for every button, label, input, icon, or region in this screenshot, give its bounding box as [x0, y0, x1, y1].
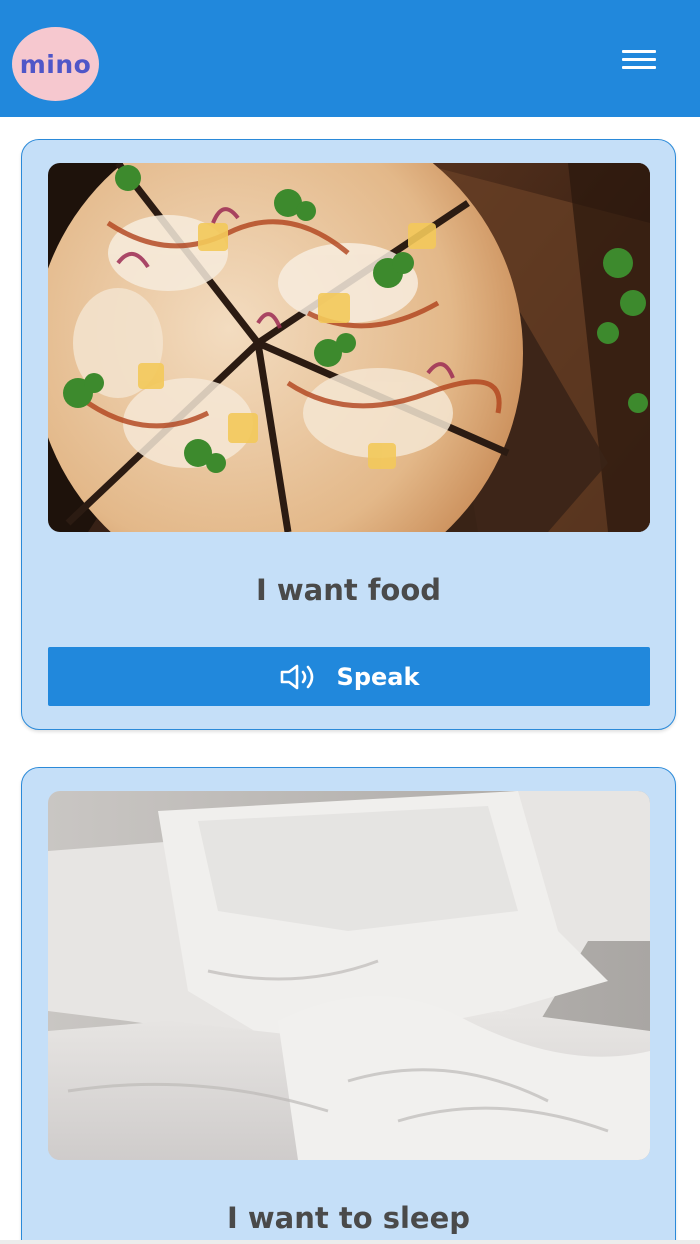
bottom-edge	[0, 1240, 700, 1244]
phrase-card-food[interactable]: I want food Speak	[21, 139, 676, 730]
pizza-photo	[48, 163, 650, 532]
top-bar: mino	[0, 0, 700, 117]
phrase-caption: I want to sleep	[226, 1201, 471, 1235]
mino-logo[interactable]: mino	[12, 27, 99, 101]
app-screen: mino I want food Speak I want to sleep	[0, 0, 700, 1244]
speak-button[interactable]: Speak	[48, 647, 650, 706]
bed-pillows-photo	[48, 791, 650, 1160]
speak-button-label: Speak	[336, 662, 420, 691]
hamburger-menu-icon[interactable]	[614, 44, 664, 78]
phrase-card-sleep[interactable]: I want to sleep	[21, 767, 676, 1244]
phrase-caption: I want food	[255, 573, 442, 607]
speaker-icon	[279, 663, 319, 691]
